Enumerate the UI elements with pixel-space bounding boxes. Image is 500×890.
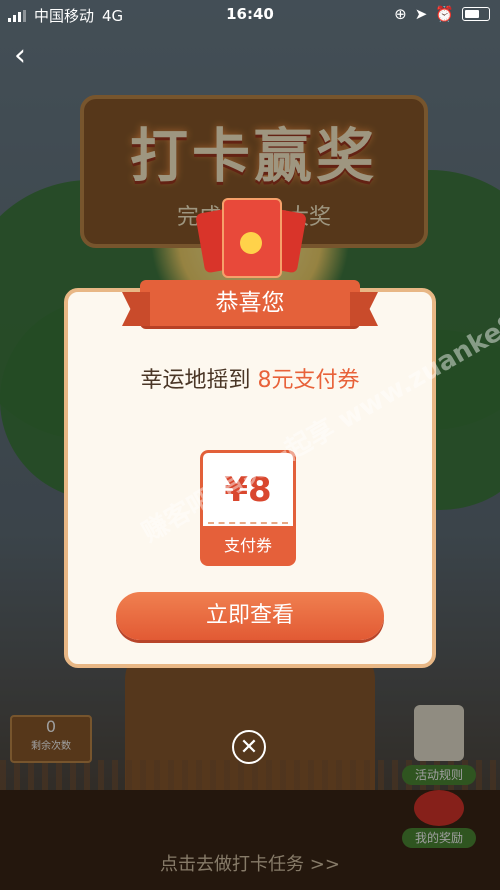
alarm-icon: ⏰ xyxy=(435,5,454,23)
close-icon[interactable]: ✕ xyxy=(232,730,266,764)
status-bar: 中国移动 4G 16:40 ⊕ ➤ ⏰ xyxy=(0,0,500,28)
view-now-button[interactable]: 立即查看 xyxy=(116,592,384,640)
battery-icon xyxy=(462,7,490,21)
red-envelope-icon xyxy=(195,190,307,290)
location-icon: ➤ xyxy=(414,5,428,23)
back-button[interactable]: ‹ xyxy=(14,41,42,71)
prize-message-prefix: 幸运地摇到 xyxy=(140,368,251,393)
congrats-ribbon: 恭喜您 xyxy=(140,280,360,326)
orientation-lock-icon: ⊕ xyxy=(394,5,407,23)
prize-name: 8元支付券 xyxy=(257,368,360,393)
coupon-label: 支付券 xyxy=(200,526,296,566)
chevron-left-icon: ‹ xyxy=(14,38,26,73)
